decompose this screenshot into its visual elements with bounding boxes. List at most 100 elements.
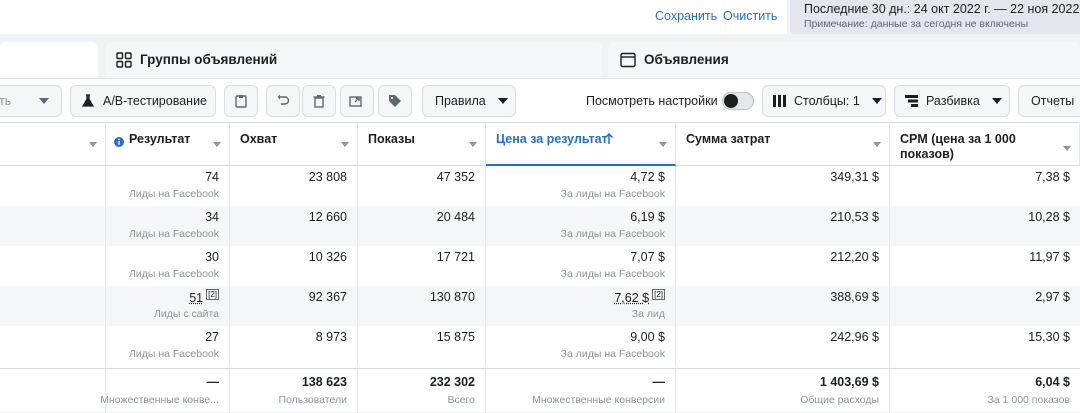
total-impressions-type: Всего — [447, 394, 475, 406]
date-range-picker[interactable]: Последние 30 дн.: 24 окт 2022 г. — 22 но… — [790, 0, 1080, 34]
header-reach[interactable]: Охват — [230, 124, 358, 166]
clipboard-icon — [235, 95, 247, 108]
result-type: Лиды на Facebook — [128, 228, 219, 240]
totals-row: — Множественные конве... 138 623 Пользоват… — [0, 368, 1080, 413]
cpm-value: 7,38 $ — [1035, 170, 1070, 184]
spent-value: 242,96 $ — [830, 330, 879, 344]
cost-value: 9,00 $ — [630, 330, 665, 344]
spent-value: 212,20 $ — [830, 250, 879, 264]
header-impressions[interactable]: Показы — [358, 124, 486, 166]
reach-value: 92 367 — [308, 290, 347, 304]
cost-type: За лиды на Facebook — [560, 348, 665, 360]
header-cost-per-result[interactable]: Цена за результат — [486, 124, 676, 166]
impressions-value: 20 484 — [436, 210, 475, 224]
chevron-down-icon — [38, 98, 49, 104]
breakdown-dropdown[interactable]: Разбивка — [894, 85, 1010, 117]
cpm-value: 2,97 $ — [1035, 290, 1070, 304]
sort-ascending-arrow-icon — [604, 133, 614, 144]
sort-caret-icon — [1063, 146, 1071, 151]
duplicate-button[interactable] — [224, 85, 258, 117]
chevron-down-icon — [497, 98, 508, 104]
header-cpm-label: CPM (цена за 1 000 показов) — [900, 132, 1016, 161]
export-icon — [349, 96, 362, 107]
impressions-value: 47 352 — [436, 170, 475, 184]
header-impressions-label: Показы — [368, 132, 415, 146]
table-row[interactable]: 74 Лиды на Facebook 23 808 47 352 4,72 $ З… — [0, 166, 1080, 206]
result-type: Лиды на Facebook — [128, 348, 219, 360]
undo-button[interactable] — [266, 85, 300, 117]
edit-button-label: ть — [0, 94, 12, 108]
header-name[interactable] — [0, 124, 106, 166]
reach-value: 12 660 — [308, 210, 347, 224]
total-cost-type: Множественные конверсии — [532, 394, 665, 406]
result-type: Лиды на Facebook — [128, 188, 219, 200]
sort-caret-icon — [341, 142, 349, 147]
table-row[interactable]: 30 Лиды на Facebook 10 326 17 721 7,07 $ З… — [0, 246, 1080, 286]
total-spent: 1 403,69 $ — [819, 375, 879, 389]
ab-test-label: A/B-тестирование — [103, 94, 207, 108]
rules-dropdown[interactable]: Правила — [422, 85, 516, 117]
reports-button[interactable]: Отчеты — [1018, 85, 1080, 117]
cost-type: За лиды на Facebook — [560, 268, 665, 280]
header-cpm[interactable]: CPM (цена за 1 000 показов) — [890, 124, 1080, 166]
reports-label: Отчеты — [1031, 94, 1075, 108]
tag-icon — [389, 95, 401, 107]
toolbar: ть A/B-тестирование Правила Посмотреть н… — [0, 79, 1080, 123]
sort-caret-icon — [89, 142, 97, 147]
total-spent-type: Общие расходы — [800, 394, 879, 406]
result-value: 27 — [205, 330, 219, 344]
ad-window-icon — [620, 52, 636, 68]
ads-manager-panel: ть A/B-тестирование Правила Посмотреть н… — [0, 78, 1080, 413]
cpm-value: 15,30 $ — [1028, 330, 1070, 344]
header-result[interactable]: Результат — [106, 124, 230, 166]
export-button[interactable] — [340, 85, 374, 117]
cost-value: 4,72 $ — [630, 170, 665, 184]
spent-value: 210,53 $ — [830, 210, 879, 224]
breakdown-label: Разбивка — [926, 94, 980, 108]
info-icon[interactable] — [114, 137, 124, 147]
ab-test-button[interactable]: A/B-тестирование — [70, 85, 216, 117]
table-row[interactable]: 51 [2] Лиды с сайта 92 367 130 870 7,62 $[… — [0, 286, 1080, 326]
result-value: 34 — [205, 210, 219, 224]
tag-button[interactable] — [378, 85, 412, 117]
columns-label: Столбцы: 1 — [794, 94, 860, 108]
edit-dropdown-button[interactable] — [26, 85, 62, 117]
reach-value: 23 808 — [308, 170, 347, 184]
tab-ads-label: Объявления — [644, 52, 729, 67]
impressions-value: 17 721 — [436, 250, 475, 264]
header-cost-label: Цена за результат — [496, 132, 608, 146]
cpm-value: 10,28 $ — [1028, 210, 1070, 224]
total-impressions: 232 302 — [429, 375, 475, 389]
clear-link[interactable]: Очистить — [723, 9, 777, 23]
total-cpm-type: За 1 000 показов — [987, 394, 1070, 406]
table-row[interactable]: 27 Лиды на Facebook 8 973 15 875 9,00 $ За… — [0, 326, 1080, 366]
table-row[interactable]: 34 Лиды на Facebook 12 660 20 484 6,19 $ З… — [0, 206, 1080, 246]
total-cpm: 6,04 $ — [1035, 375, 1070, 389]
result-value[interactable]: 51 — [189, 291, 203, 305]
sort-caret-icon — [659, 142, 667, 147]
total-result-type: Множественные конве... — [100, 394, 219, 406]
tab-adsets[interactable]: Группы объявлений — [106, 42, 602, 78]
date-range-note: Примечание: данные за сегодня не включен… — [804, 18, 1029, 30]
cost-type: За лиды на Facebook — [560, 228, 665, 240]
rules-label: Правила — [435, 94, 486, 108]
header-amount-spent[interactable]: Сумма затрат — [676, 124, 890, 166]
columns-dropdown[interactable]: Столбцы: 1 — [762, 85, 886, 117]
sort-caret-icon — [873, 142, 881, 147]
total-reach-type: Пользователи — [278, 394, 347, 406]
cost-value[interactable]: 7,62 $ — [614, 291, 649, 305]
reach-value: 10 326 — [308, 250, 347, 264]
trash-icon — [313, 95, 325, 108]
footnote-marker: [2] — [206, 289, 219, 300]
view-settings-toggle[interactable] — [722, 92, 754, 110]
result-value: 74 — [205, 170, 219, 184]
tab-ads[interactable]: Объявления — [608, 42, 1080, 78]
total-cost: — — [652, 375, 666, 389]
total-reach: 138 623 — [301, 375, 347, 389]
cost-value: 7,07 $ — [630, 250, 665, 264]
tab-campaigns[interactable] — [0, 42, 98, 78]
tab-adsets-label: Группы объявлений — [140, 52, 278, 67]
cost-value: 6,19 $ — [630, 210, 665, 224]
delete-button[interactable] — [302, 85, 336, 117]
save-link[interactable]: Сохранить — [655, 9, 717, 23]
